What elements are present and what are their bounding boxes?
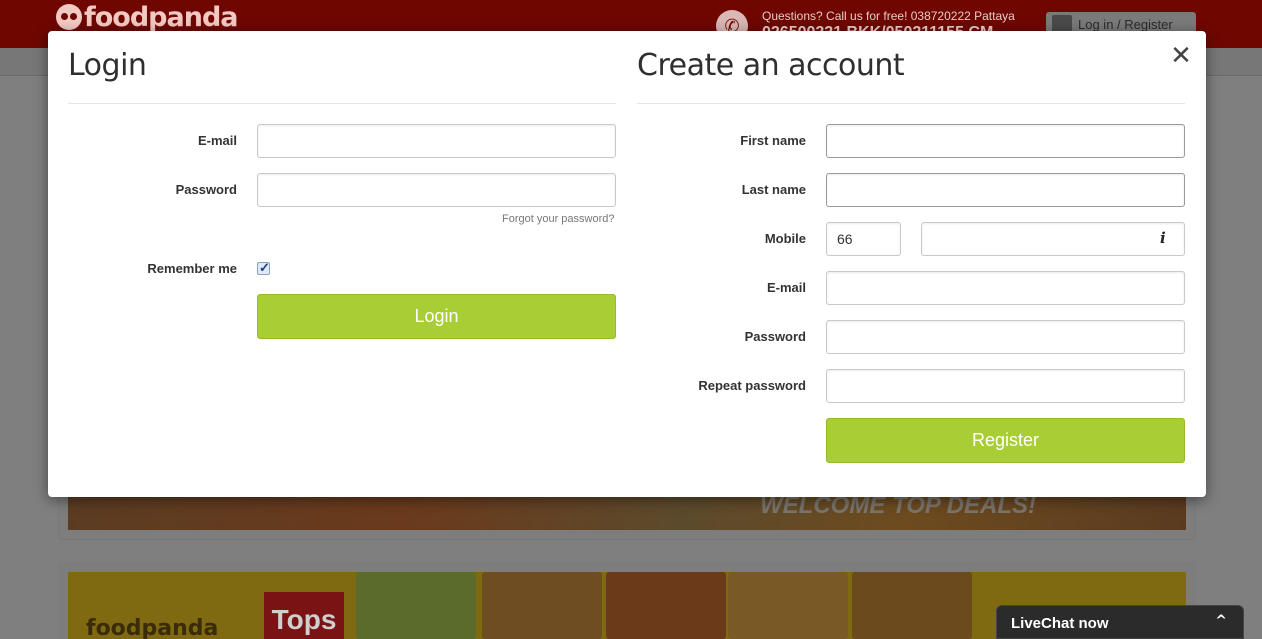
first-name-label: First name: [740, 133, 806, 148]
close-icon[interactable]: ✕: [1168, 43, 1194, 69]
livechat-label: LiveChat now: [1011, 615, 1109, 632]
contact-info: Questions? Call us for free! 038720222 P…: [762, 9, 1015, 23]
login-button[interactable]: Login: [257, 294, 616, 339]
login-divider: [68, 103, 616, 104]
food-image: [852, 572, 972, 639]
remember-me-label: Remember me: [147, 261, 237, 276]
livechat-widget[interactable]: LiveChat now ^: [996, 605, 1244, 639]
info-icon[interactable]: i: [1160, 229, 1166, 247]
register-password-input[interactable]: [826, 320, 1185, 354]
register-button[interactable]: Register: [826, 418, 1185, 463]
mobile-prefix-input[interactable]: [826, 222, 901, 256]
food-image: [728, 572, 848, 639]
checkmark-icon: ✓: [259, 260, 270, 275]
login-password-label: Password: [175, 182, 237, 197]
login-email-label: E-mail: [197, 133, 237, 148]
first-name-input[interactable]: [826, 124, 1185, 158]
partner-banner-brand: foodpanda: [86, 616, 219, 639]
login-register-label: Log in / Register: [1078, 17, 1173, 32]
chevron-up-icon[interactable]: ^: [1215, 613, 1227, 629]
register-title: Create an account: [637, 48, 905, 83]
mobile-label: Mobile: [764, 231, 806, 246]
register-divider: [637, 103, 1185, 104]
register-email-input[interactable]: [826, 271, 1185, 305]
repeat-password-input[interactable]: [826, 369, 1185, 403]
login-password-input[interactable]: [257, 173, 616, 207]
last-name-input[interactable]: [826, 173, 1185, 207]
register-email-label: E-mail: [766, 280, 806, 295]
tops-logo: Tops: [264, 592, 344, 639]
register-password-label: Password: [744, 329, 806, 344]
remember-me-checkbox[interactable]: ✓: [257, 260, 270, 275]
repeat-password-label: Repeat password: [698, 378, 806, 393]
login-title: Login: [68, 48, 147, 83]
food-image: [356, 572, 476, 639]
forgot-password-link[interactable]: Forgot your password?: [502, 213, 615, 225]
login-email-input[interactable]: [257, 124, 616, 158]
foodpanda-logo[interactable]: foodpanda: [56, 2, 238, 33]
mobile-number-input[interactable]: [921, 222, 1185, 256]
food-image: [606, 572, 726, 639]
last-name-label: Last name: [741, 182, 806, 197]
food-image: [482, 572, 602, 639]
panda-icon: [56, 4, 82, 30]
